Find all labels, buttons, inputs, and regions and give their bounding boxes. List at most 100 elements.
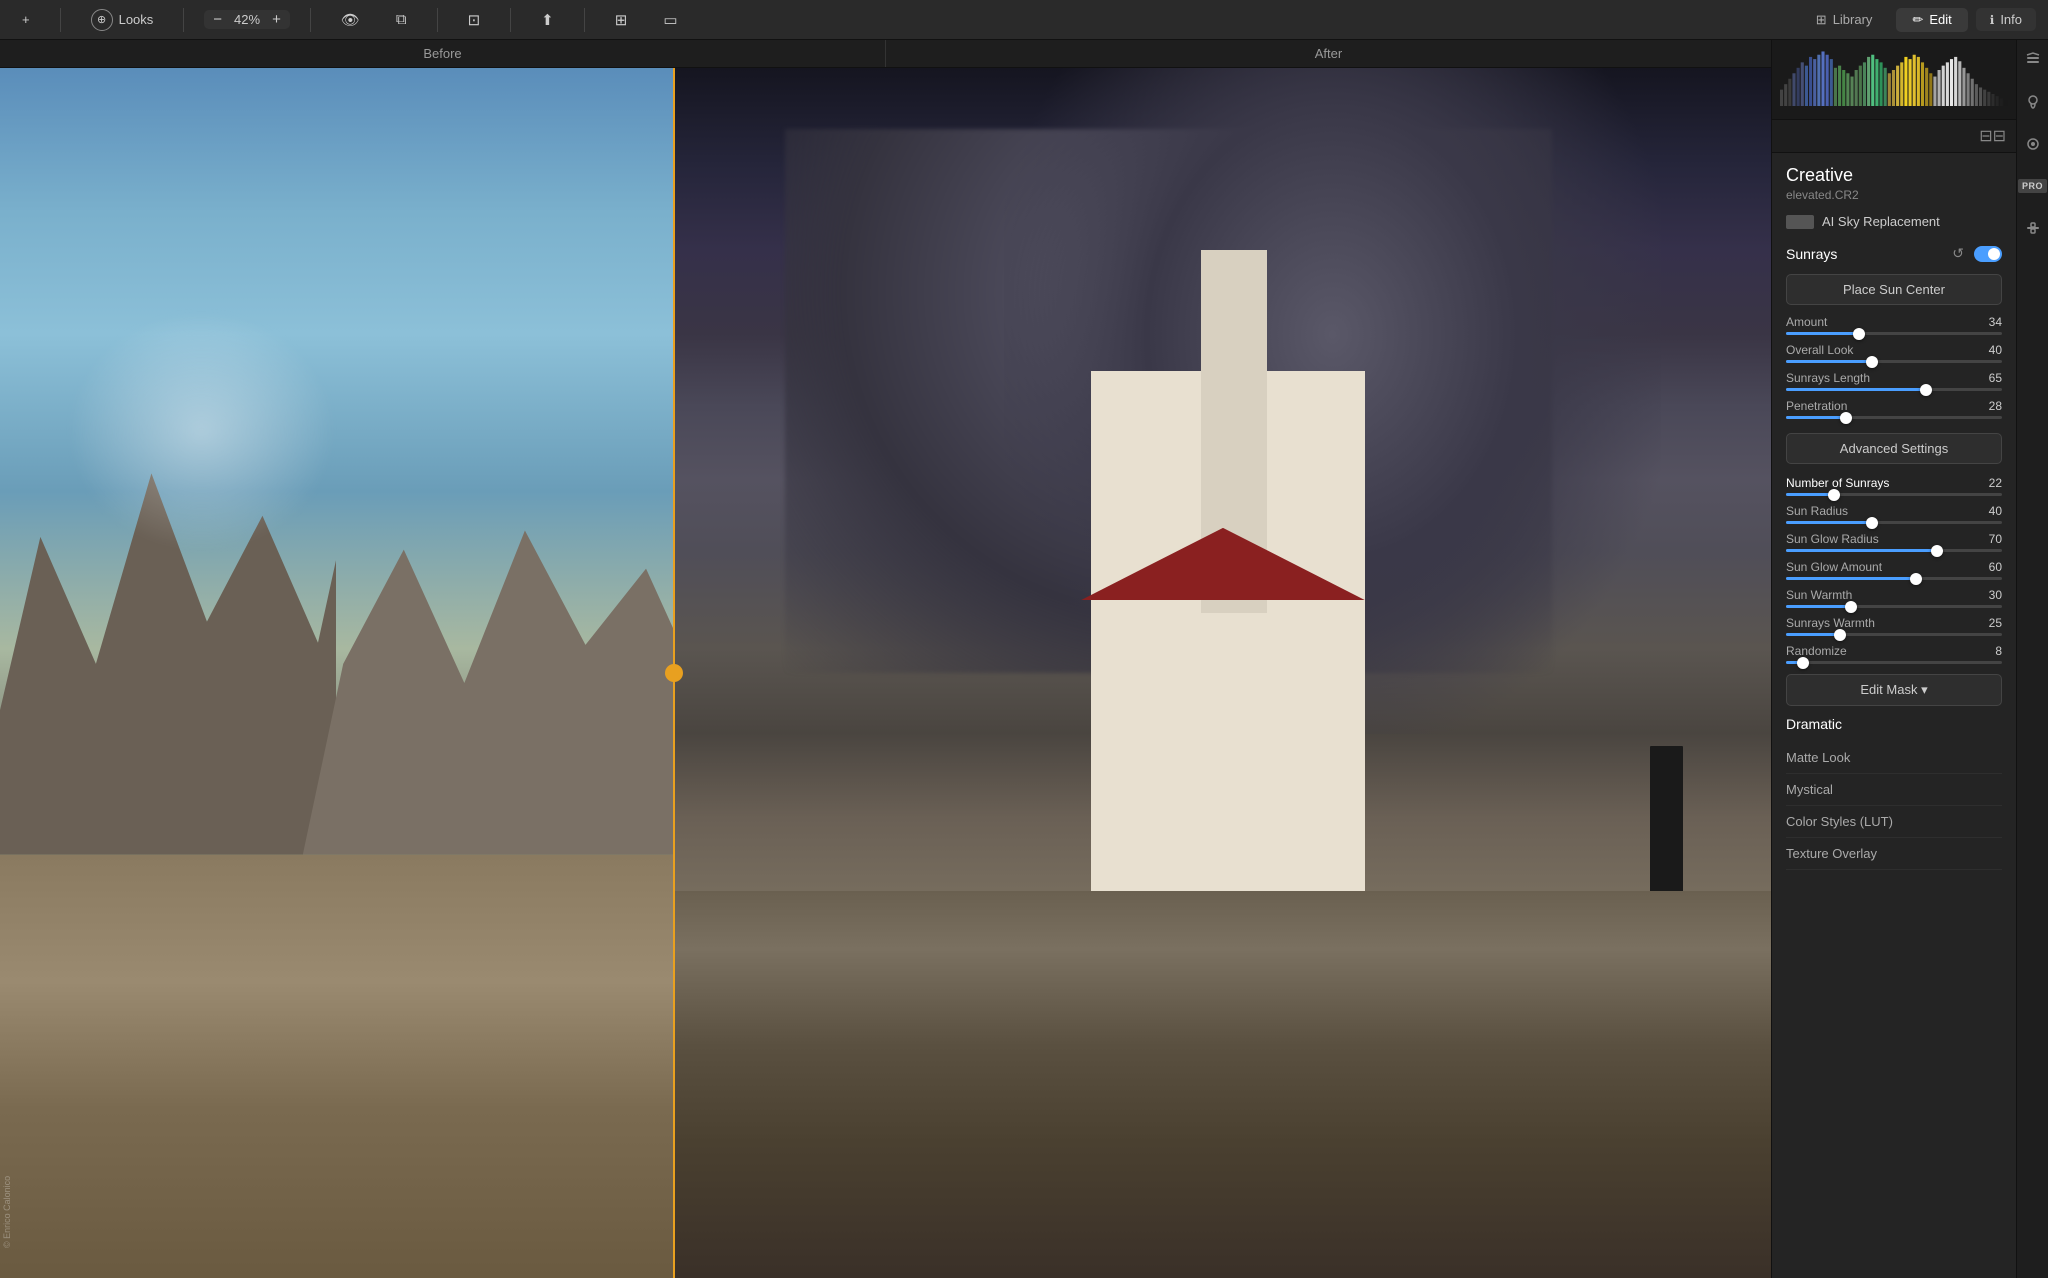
toolbar-separator-5	[510, 8, 511, 32]
image-container: © Enrico Calonico	[0, 68, 1771, 1278]
color-styles-item[interactable]: Color Styles (LUT)	[1786, 806, 2002, 838]
sun-glow-radius-value: 70	[1989, 532, 2002, 546]
amount-fill	[1786, 332, 1859, 335]
before-label: Before	[0, 40, 886, 67]
export-button[interactable]: ⬆	[531, 7, 564, 33]
section-title: Creative	[1786, 165, 2002, 186]
sun-glow-radius-label: Sun Glow Radius	[1786, 532, 1879, 546]
sunrays-title: Sunrays	[1786, 246, 1837, 262]
sun-glow-amount-label-row: Sun Glow Amount 60	[1786, 560, 2002, 574]
sunrays-reset-button[interactable]: ↺	[1950, 243, 1966, 264]
sun-glow-radius-fill	[1786, 549, 1937, 552]
crop-icon: ⊡	[468, 11, 481, 29]
sunrays-warmth-value: 25	[1989, 616, 2002, 630]
amount-label: Amount	[1786, 315, 1827, 329]
add-button[interactable]: +	[12, 8, 40, 31]
library-tab[interactable]: ⊞ Library	[1800, 8, 1889, 32]
amount-thumb[interactable]	[1853, 328, 1865, 340]
place-sun-button[interactable]: Place Sun Center	[1786, 274, 2002, 305]
penetration-slider-row: Penetration 28	[1786, 399, 2002, 419]
number-of-sunrays-thumb[interactable]	[1828, 489, 1840, 501]
sunrays-warmth-thumb[interactable]	[1834, 629, 1846, 641]
zoom-in-button[interactable]: +	[269, 12, 284, 27]
amount-slider-row: Amount 34	[1786, 315, 2002, 335]
texture-overlay-item[interactable]: Texture Overlay	[1786, 838, 2002, 870]
sun-glow-radius-thumb[interactable]	[1931, 545, 1943, 557]
amount-label-row: Amount 34	[1786, 315, 2002, 329]
sunrays-length-thumb[interactable]	[1920, 384, 1932, 396]
sun-warmth-label-row: Sun Warmth 30	[1786, 588, 2002, 602]
preview-button[interactable]: 👁	[331, 7, 370, 33]
sun-radius-value: 40	[1989, 504, 2002, 518]
sun-warmth-thumb[interactable]	[1845, 601, 1857, 613]
edit-tab[interactable]: ✏ Edit	[1896, 8, 1967, 32]
before-after-labels: Before After	[0, 40, 1771, 68]
penetration-thumb[interactable]	[1840, 412, 1852, 424]
sunrays-warmth-track[interactable]	[1786, 633, 2002, 636]
penetration-track[interactable]	[1786, 416, 2002, 419]
edit-mask-button[interactable]: Edit Mask ▾	[1786, 674, 2002, 706]
advanced-settings-button[interactable]: Advanced Settings	[1786, 433, 2002, 464]
amount-track[interactable]	[1786, 332, 2002, 335]
sun-radius-thumb[interactable]	[1866, 517, 1878, 529]
sun-warmth-label: Sun Warmth	[1786, 588, 1852, 602]
histogram-area	[1772, 40, 2016, 120]
split-divider[interactable]	[673, 68, 675, 1278]
ai-sky-indicator	[1786, 215, 1814, 229]
matte-look-item[interactable]: Matte Look	[1786, 742, 2002, 774]
toolbar-separator-6	[584, 8, 585, 32]
export-icon: ⬆	[541, 11, 554, 29]
overall-look-thumb[interactable]	[1866, 356, 1878, 368]
info-label: Info	[2000, 12, 2022, 27]
sun-warmth-track[interactable]	[1786, 605, 2002, 608]
right-icon-strip: PRO	[2016, 40, 2048, 1278]
overall-look-label: Overall Look	[1786, 343, 1853, 357]
sun-glow-radius-track[interactable]	[1786, 549, 2002, 552]
panel-content[interactable]: Creative elevated.CR2 AI Sky Replacement…	[1772, 153, 2016, 1278]
toolbar-separator-2	[183, 8, 184, 32]
sun-warmth-fill	[1786, 605, 1851, 608]
sun-glow-amount-track[interactable]	[1786, 577, 2002, 580]
crop-button[interactable]: ⊡	[458, 7, 491, 33]
sunrays-toggle[interactable]	[1974, 246, 2002, 262]
compare-button[interactable]: ⧉	[386, 7, 417, 32]
sun-glow-amount-thumb[interactable]	[1910, 573, 1922, 585]
sunrays-controls: ↺	[1950, 243, 2002, 264]
right-panel-wrapper: ⊟⊟ Creative elevated.CR2 AI Sky Replacem…	[1771, 40, 2048, 1278]
randomize-thumb[interactable]	[1797, 657, 1809, 669]
grid-button[interactable]: ⊞	[605, 7, 638, 33]
sunrays-length-track[interactable]	[1786, 388, 2002, 391]
looks-button[interactable]: ⊕ Looks	[81, 5, 164, 35]
number-of-sunrays-value: 22	[1989, 476, 2002, 490]
toolbar-separator-1	[60, 8, 61, 32]
main-area: Before After © Enrico Calonico	[0, 40, 2048, 1278]
sun-radius-track[interactable]	[1786, 521, 2002, 524]
after-label: After	[886, 40, 1771, 67]
info-button[interactable]: ℹ Info	[1976, 8, 2036, 31]
penetration-label: Penetration	[1786, 399, 1847, 413]
sunrays-header: Sunrays ↺	[1786, 243, 2002, 264]
zoom-value: 42%	[229, 12, 265, 27]
sunrays-length-fill	[1786, 388, 1926, 391]
randomize-track[interactable]	[1786, 661, 2002, 664]
pro-badge-button[interactable]: PRO	[2021, 174, 2045, 198]
brush-icon-button[interactable]	[2021, 90, 2045, 114]
grid-icon: ⊞	[615, 11, 628, 29]
number-of-sunrays-label: Number of Sunrays	[1786, 476, 1889, 490]
looks-icon: ⊕	[91, 9, 113, 31]
zoom-out-button[interactable]: −	[210, 12, 225, 27]
number-of-sunrays-slider-row: Number of Sunrays 22	[1786, 476, 2002, 496]
sunrays-length-label: Sunrays Length	[1786, 371, 1870, 385]
panel-adjust-icon-button[interactable]: ⊟⊟	[1977, 124, 2008, 148]
window-button[interactable]: ▭	[653, 7, 687, 33]
penetration-label-row: Penetration 28	[1786, 399, 2002, 413]
layers-icon-button[interactable]	[2021, 48, 2045, 72]
dramatic-section: Dramatic Matte Look Mystical Color Style…	[1786, 716, 2002, 870]
number-of-sunrays-fill	[1786, 493, 1834, 496]
tools-icon-button[interactable]	[2021, 216, 2045, 240]
sun-glow-amount-value: 60	[1989, 560, 2002, 574]
adjustments-icon-button[interactable]	[2021, 132, 2045, 156]
mystical-item[interactable]: Mystical	[1786, 774, 2002, 806]
number-of-sunrays-track[interactable]	[1786, 493, 2002, 496]
overall-look-track[interactable]	[1786, 360, 2002, 363]
